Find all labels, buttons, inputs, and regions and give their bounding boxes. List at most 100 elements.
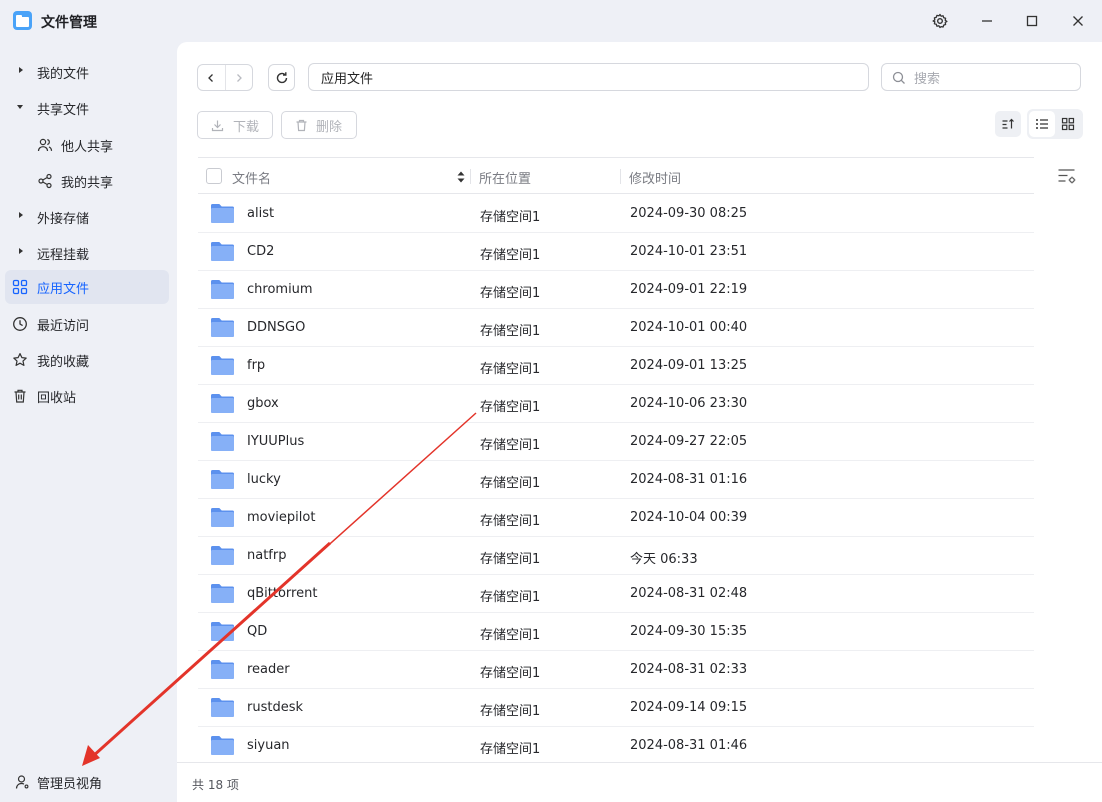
- sidebar-item-label: 我的收藏: [37, 354, 90, 370]
- file-modified: 2024-09-27 22:05: [630, 434, 748, 449]
- file-modified: 2024-08-31 01:16: [630, 472, 748, 487]
- search-icon: [892, 71, 905, 84]
- table-row[interactable]: QD 存储空间1 2024-09-30 15:35: [198, 613, 1034, 651]
- download-button[interactable]: 下载: [197, 111, 273, 139]
- file-name: IYUUPlus: [247, 434, 305, 449]
- sidebar: 我的文件 共享文件 他人共享 我的共享 外接存储 远程挂载 应用文件 最近访问 …: [0, 42, 177, 802]
- sidebar-item-shared-files[interactable]: 共享文件: [5, 91, 169, 125]
- file-name: reader: [247, 662, 290, 677]
- sidebar-item-shared-with-me[interactable]: 他人共享: [5, 128, 169, 162]
- file-location: 存储空间1: [480, 742, 541, 757]
- file-name: qBittorrent: [247, 586, 318, 601]
- clock-icon: [13, 317, 27, 331]
- file-location: 存储空间1: [480, 552, 541, 567]
- refresh-icon: [276, 71, 287, 83]
- folder-icon: [211, 622, 234, 641]
- table-row[interactable]: lucky 存储空间1 2024-08-31 01:16: [198, 461, 1034, 499]
- admin-view-label: 管理员视角: [37, 776, 103, 792]
- table-row[interactable]: CD2 存储空间1 2024-10-01 23:51: [198, 233, 1034, 271]
- back-button[interactable]: [198, 65, 226, 90]
- search-input[interactable]: 搜索: [881, 63, 1081, 91]
- column-settings-icon[interactable]: [1057, 167, 1077, 185]
- file-location: 存储空间1: [480, 514, 541, 529]
- file-modified: 2024-09-01 22:19: [630, 282, 748, 297]
- column-header-location[interactable]: 所在位置: [479, 168, 531, 187]
- sidebar-item-favorites[interactable]: 我的收藏: [5, 343, 169, 377]
- sidebar-item-app-files[interactable]: 应用文件: [5, 270, 169, 304]
- delete-button[interactable]: 删除: [281, 111, 357, 139]
- status-bar: 共 18 项: [177, 762, 1102, 802]
- admin-view-toggle[interactable]: 管理员视角: [5, 765, 169, 799]
- sort-arrows-icon[interactable]: [456, 169, 466, 185]
- file-name: alist: [247, 206, 275, 221]
- table-row[interactable]: chromium 存储空间1 2024-09-01 22:19: [198, 271, 1034, 309]
- file-name: CD2: [247, 244, 275, 259]
- sidebar-item-recycle-bin[interactable]: 回收站: [5, 379, 169, 413]
- file-name: rustdesk: [247, 700, 304, 715]
- sidebar-item-external-storage[interactable]: 外接存储: [5, 200, 169, 234]
- table-row[interactable]: qBittorrent 存储空间1 2024-08-31 02:48: [198, 575, 1034, 613]
- users-icon: [37, 138, 53, 152]
- file-location: 存储空间1: [480, 476, 541, 491]
- file-location: 存储空间1: [480, 210, 541, 225]
- settings-button[interactable]: [929, 10, 951, 32]
- chevron-right-icon: [19, 67, 23, 73]
- table-row[interactable]: siyuan 存储空间1 2024-08-31 01:46: [198, 727, 1034, 765]
- path-input[interactable]: 应用文件: [308, 63, 869, 91]
- sidebar-item-label: 回收站: [37, 390, 77, 406]
- chevron-down-icon: [17, 105, 23, 109]
- table-row[interactable]: reader 存储空间1 2024-08-31 02:33: [198, 651, 1034, 689]
- path-text: 应用文件: [321, 71, 374, 87]
- column-header-modified[interactable]: 修改时间: [629, 168, 681, 187]
- search-placeholder: 搜索: [914, 71, 941, 87]
- file-modified: 2024-09-01 13:25: [630, 358, 748, 373]
- apps-grid-icon: [12, 279, 28, 295]
- folder-icon: [211, 508, 234, 527]
- sidebar-item-label: 应用文件: [37, 281, 90, 297]
- sidebar-item-remote-mount[interactable]: 远程挂载: [5, 236, 169, 270]
- column-header-name[interactable]: 文件名: [232, 168, 271, 187]
- close-button[interactable]: [1067, 10, 1089, 32]
- file-location: 存储空间1: [480, 628, 541, 643]
- table-row[interactable]: gbox 存储空间1 2024-10-06 23:30: [198, 385, 1034, 423]
- chevron-right-icon: [236, 73, 242, 82]
- folder-icon: [211, 736, 234, 755]
- title-bar: 文件管理: [0, 0, 1102, 42]
- grid-view-button[interactable]: [1055, 111, 1081, 137]
- refresh-button[interactable]: [268, 64, 295, 91]
- view-toggle: [1027, 109, 1083, 139]
- file-modified: 2024-09-30 08:25: [630, 206, 748, 221]
- folder-icon: [211, 356, 234, 375]
- table-row[interactable]: IYUUPlus 存储空间1 2024-09-27 22:05: [198, 423, 1034, 461]
- column-divider: [470, 169, 471, 184]
- folder-icon: [211, 280, 234, 299]
- trash-icon: [296, 119, 307, 132]
- delete-label: 删除: [316, 119, 343, 135]
- file-location: 存储空间1: [480, 362, 541, 377]
- file-modified: 2024-08-31 01:46: [630, 738, 748, 753]
- maximize-button[interactable]: [1021, 10, 1043, 32]
- main-panel: 应用文件 搜索 下载 删除 文件名 所在位置 修改时间 alist 存储空间1 …: [177, 42, 1102, 802]
- file-name: DDNSGO: [247, 320, 306, 335]
- table-row[interactable]: DDNSGO 存储空间1 2024-10-01 00:40: [198, 309, 1034, 347]
- table-row[interactable]: alist 存储空间1 2024-09-30 08:25: [198, 195, 1034, 233]
- history-nav: [197, 64, 253, 91]
- list-view-button[interactable]: [1029, 111, 1055, 137]
- minimize-button[interactable]: [976, 10, 998, 32]
- sidebar-item-recent[interactable]: 最近访问: [5, 307, 169, 341]
- table-row[interactable]: natfrp 存储空间1 今天 06:33: [198, 537, 1034, 575]
- select-all-checkbox[interactable]: [206, 168, 222, 184]
- close-icon: [1073, 16, 1083, 26]
- sort-button[interactable]: [995, 111, 1021, 137]
- table-row[interactable]: frp 存储空间1 2024-09-01 13:25: [198, 347, 1034, 385]
- forward-button[interactable]: [226, 65, 253, 90]
- sidebar-item-my-shares[interactable]: 我的共享: [5, 164, 169, 198]
- sidebar-item-label: 外接存储: [37, 211, 90, 227]
- folder-icon: [211, 432, 234, 451]
- table-row[interactable]: rustdesk 存储空间1 2024-09-14 09:15: [198, 689, 1034, 727]
- file-name: siyuan: [247, 738, 290, 753]
- table-row[interactable]: moviepilot 存储空间1 2024-10-04 00:39: [198, 499, 1034, 537]
- file-modified: 今天 06:33: [630, 552, 698, 567]
- file-location: 存储空间1: [480, 590, 541, 605]
- sidebar-item-my-files[interactable]: 我的文件: [5, 55, 169, 89]
